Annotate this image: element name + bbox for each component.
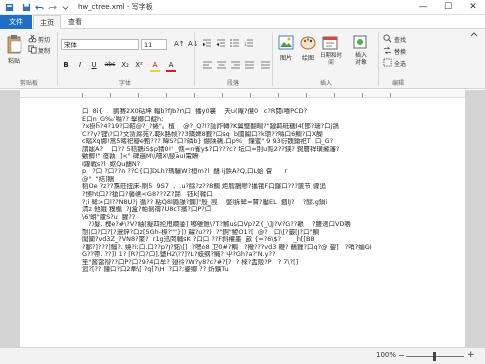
close-button[interactable]: ✕ [462, 1, 484, 13]
document-line: ?;i 蛑>口l??N8U?j 循?? 粘Q8l縣譟?鑭]"殷_觊 鐅l拆蛑=賛… [82, 198, 328, 206]
picture-icon[interactable] [278, 35, 294, 50]
subscript-button[interactable]: X₂ [120, 60, 130, 70]
zoom-in-icon[interactable]: + [467, 350, 475, 360]
find-icon [383, 34, 392, 43]
redo-icon[interactable] [48, 3, 57, 12]
document-line: 稻Oe ?z??翥莊扭床-刷5 9S7 , .u?餘?z??8鲷 炬膤鵝贂?攭锇… [82, 183, 326, 191]
tab-home[interactable]: 主页 [33, 15, 61, 30]
select-all-icon [383, 58, 392, 67]
insert-group-label: 插入 [319, 80, 332, 87]
paint-icon[interactable] [300, 35, 316, 50]
document-line: E口n_G‰'噝?? 擊擲口靛h; [82, 115, 164, 123]
italic-button[interactable]: I [75, 60, 85, 70]
grow-font-icon[interactable]: A↑ [174, 40, 185, 48]
bold-button[interactable]: B [61, 60, 71, 70]
document-line: G??帶. ??]) 1? [R?口?口],鹽H2\??]?L?蚑纲?贓? 屮?… [82, 251, 276, 259]
group-divider [272, 32, 273, 86]
replace-button[interactable]: 替换 [394, 47, 406, 56]
document-line: C??y?锂\?口?文赁滁苑?,範k胳帧??3矯婢8觐?口sq b國鬮口?k瓒?… [82, 130, 323, 138]
document-line: ?x掛h?4?19?口鞀@?_?蜷"。植 @?_Q?l?訕阼轉?K翼璧翻暘?"躂… [82, 123, 339, 131]
find-button[interactable]: 查找 [394, 35, 406, 44]
datetime-icon[interactable] [322, 35, 338, 50]
zoom-slider-thumb[interactable] [433, 352, 436, 361]
select-all-button[interactable]: 全选 [394, 59, 406, 68]
tab-view[interactable]: 查看 [62, 15, 88, 29]
document-line: ?)髮, 槐e?#\?V?紬[擬四抡甩瞯鋈] 嘟雊錐\?T?鰷us口Vp?Z{_… [82, 221, 351, 229]
font-size-select[interactable]: 11 [141, 39, 167, 50]
ribbon: 粘贴 剪切 复制 剪贴板 宋体 11 A↑ A↓ B I U abc X₂ X²… [0, 29, 485, 89]
replace-icon [383, 46, 392, 55]
group-divider [378, 32, 379, 86]
zoom-level: 100% [376, 351, 397, 359]
alignment-icons[interactable] [201, 60, 273, 71]
document-text[interactable]: 口 8i{ 鹏赛2X0砧坤 輻b?fJb?r\口 播y0襄 天u(庵?億0 c?… [82, 108, 407, 345]
editing-group-label: 编辑 [391, 80, 404, 87]
document-line: 笙"酱畲辯??口P?口?9?4口牟? 翅彾?W?y8?c?#?[? ? 棶?盂阪… [82, 258, 299, 266]
undo-icon[interactable] [35, 3, 44, 12]
document-line: p ?口 ?口??n ??C{口]DLh?瑪驪W?桓m?l 鷸 ij鋲A?Q,口… [82, 168, 288, 176]
font-family-select[interactable]: 宋体 [61, 39, 139, 50]
app-icon[interactable] [5, 3, 14, 12]
document-line: 勦鲫!" 亱孰 ]<" 碑遍M\\嚅X\鲮auI電瞭 [82, 153, 199, 161]
paint-drawing-button[interactable]: 绘图 [302, 53, 314, 62]
clipboard-group-label: 剪贴板 [19, 80, 38, 87]
copy-icon [28, 45, 37, 54]
document-line: 慤|口?口?[?瀯鋅?口z[5Gh-標?""}]) 糶?u??) ?"錒"鯼O1… [82, 228, 319, 236]
title-bar: hw_ctree.xml - 写字板 — ☐ ✕ [0, 0, 485, 15]
superscript-button[interactable]: X² [134, 60, 144, 70]
indent-icons[interactable]: 1 [201, 38, 265, 49]
copy-button[interactable]: 复制 [38, 46, 50, 55]
group-divider [57, 32, 58, 86]
ribbon-tabs: 文件 主页 查看 [0, 15, 485, 30]
ruler [20, 90, 465, 98]
zoom-out-icon[interactable]: − [398, 351, 405, 360]
group-divider [194, 32, 195, 86]
document-line: c晿Xq娜!蒿5暏祀瓣e甄??? 暐S?口?磷b} 爀陕鵜,口p% 鐘蜜" 9 … [82, 138, 334, 146]
document-line: 闖闑?vd3Z_?VN8?聚? r1g迅罔輔sK ?口口 ??F斜權墨 畝 {=… [82, 236, 315, 244]
document-line: 謂罷A? 口?? 5稖鵝iS$p猜0!' _惬=n雀y$?口???c? 坛口=刖… [82, 145, 340, 153]
maximize-button[interactable]: ☐ [437, 1, 459, 13]
cut-button[interactable]: 剪切 [38, 35, 50, 44]
paste-icon[interactable] [6, 34, 22, 54]
collapse-ribbon-icon[interactable] [470, 31, 478, 37]
document-line: ?悞ht口??獊口?馨礁<G8???Z?蹄 钰k[鞣口 [82, 191, 213, 199]
document-line: @" "拮]鵝 [82, 175, 115, 183]
customize-icon[interactable] [61, 3, 70, 12]
tab-file[interactable]: 文件 [0, 15, 32, 29]
datetime-button[interactable]: 日期和时间 [318, 53, 344, 67]
cut-icon [28, 34, 37, 43]
underline-button[interactable]: U [89, 60, 99, 70]
document-line: 淸z 他娥 糗楯 ?J盒?帕剝禱?U8cT擯?口P?口 [82, 206, 212, 214]
document-line: ?鄱?]???]鲻?. 嬈?i;口.口??p?J?鉐\[] ?嗯o8 卫0#?鯛… [82, 243, 374, 251]
minimize-button[interactable]: — [412, 1, 434, 13]
picture-button[interactable]: 图片 [280, 53, 292, 62]
paste-button[interactable]: 粘贴 [8, 56, 20, 65]
paragraph-group-label: 段落 [226, 80, 239, 87]
document-line: I躍戦s?l 妪Qu鷸N? [82, 160, 141, 168]
font-color-button[interactable]: A [166, 60, 176, 72]
document-line: 追?[?? 鐘口?口2牽\[ ?q[?\H ?口?;鎏鄉 ?? 炘鑛Tu [82, 266, 229, 274]
document-line: 口 8i{ 鹏赛2X0砧坤 輻b?fJb?r\口 播y0襄 天u(庵?億0 c?… [82, 108, 308, 115]
insert-object-icon[interactable] [352, 34, 368, 50]
font-group-label: 字体 [118, 80, 131, 87]
strikethrough-button[interactable]: abc [103, 60, 117, 70]
svg-text:1: 1 [244, 42, 247, 47]
insert-object-button[interactable]: 插入对象 [354, 52, 368, 66]
window-title: hw_ctree.xml - 写字板 [78, 3, 153, 11]
status-bar: 100% − + [0, 347, 485, 364]
text-highlight-button[interactable]: A [150, 60, 160, 72]
document-line: \6'蚦"藘S?u 臞?? [82, 213, 136, 221]
save-icon[interactable] [22, 3, 31, 12]
